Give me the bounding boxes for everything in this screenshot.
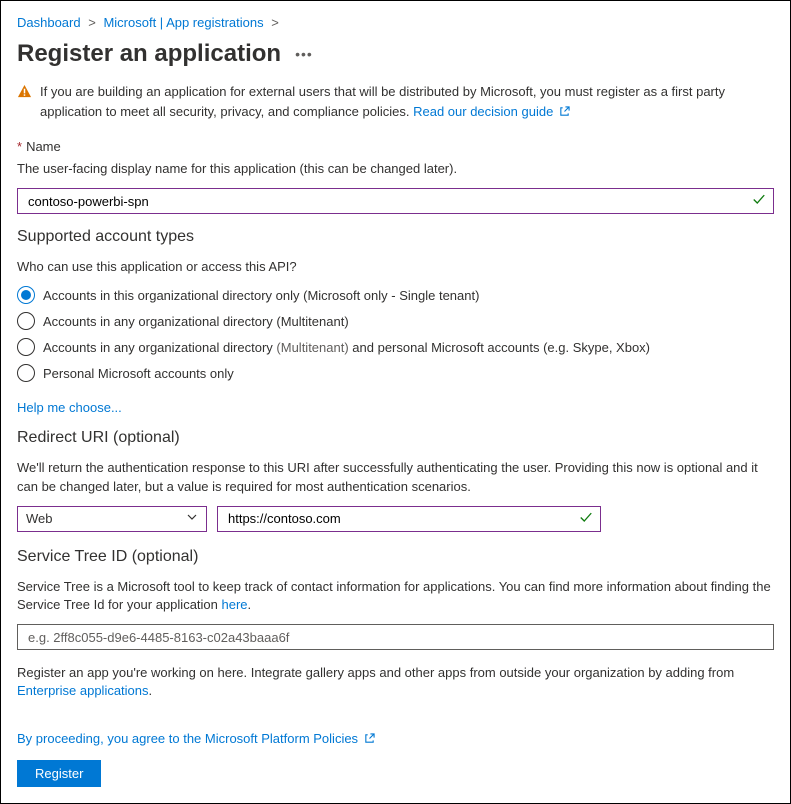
redirect-uri-desc: We'll return the authentication response…: [17, 459, 774, 495]
external-link-icon: [559, 106, 570, 117]
service-tree-input[interactable]: [17, 624, 774, 650]
service-tree-here-link[interactable]: here: [222, 597, 248, 612]
chevron-right-icon: >: [271, 15, 279, 30]
page-title: Register an application: [17, 40, 281, 68]
radio-single-tenant[interactable]: Accounts in this organizational director…: [17, 286, 774, 304]
account-types-title: Supported account types: [17, 228, 774, 246]
name-desc: The user-facing display name for this ap…: [17, 160, 774, 178]
radio-icon: [17, 364, 35, 382]
footnote: Register an app you're working on here. …: [17, 664, 774, 700]
service-tree-title: Service Tree ID (optional): [17, 548, 774, 566]
breadcrumb-app-registrations[interactable]: Microsoft | App registrations: [103, 15, 263, 30]
breadcrumb-dashboard[interactable]: Dashboard: [17, 15, 81, 30]
radio-label: Accounts in this organizational director…: [43, 288, 479, 303]
platform-select[interactable]: Web: [17, 506, 207, 532]
radio-label: Accounts in any organizational directory…: [43, 314, 349, 329]
more-icon[interactable]: •••: [295, 46, 313, 62]
radio-icon: [17, 286, 35, 304]
radio-multitenant-personal[interactable]: Accounts in any organizational directory…: [17, 338, 774, 356]
radio-personal-only[interactable]: Personal Microsoft accounts only: [17, 364, 774, 382]
chevron-right-icon: >: [88, 15, 96, 30]
decision-guide-link[interactable]: Read our decision guide: [413, 104, 570, 119]
radio-icon: [17, 312, 35, 330]
platform-select-value: Web: [26, 511, 186, 526]
external-link-icon: [364, 733, 375, 744]
breadcrumb: Dashboard > Microsoft | App registration…: [17, 11, 774, 40]
account-types-radio-group: Accounts in this organizational director…: [17, 286, 774, 382]
name-input[interactable]: [17, 188, 774, 214]
register-button[interactable]: Register: [17, 760, 101, 787]
radio-label: Accounts in any organizational directory…: [43, 340, 650, 355]
chevron-down-icon: [186, 511, 198, 526]
platform-policies-link[interactable]: By proceeding, you agree to the Microsof…: [17, 731, 375, 746]
warning-icon: [17, 84, 32, 105]
agree-text: By proceeding, you agree to the Microsof…: [17, 731, 774, 746]
enterprise-applications-link[interactable]: Enterprise applications: [17, 683, 149, 698]
radio-multitenant[interactable]: Accounts in any organizational directory…: [17, 312, 774, 330]
redirect-uri-title: Redirect URI (optional): [17, 429, 774, 447]
radio-label: Personal Microsoft accounts only: [43, 366, 234, 381]
account-types-question: Who can use this application or access t…: [17, 258, 774, 276]
name-label: *Name: [17, 139, 774, 154]
radio-icon: [17, 338, 35, 356]
warning-text: If you are building an application for e…: [40, 82, 774, 121]
service-tree-desc: Service Tree is a Microsoft tool to keep…: [17, 578, 774, 614]
help-me-choose-link[interactable]: Help me choose...: [17, 400, 122, 415]
redirect-uri-input[interactable]: [217, 506, 601, 532]
